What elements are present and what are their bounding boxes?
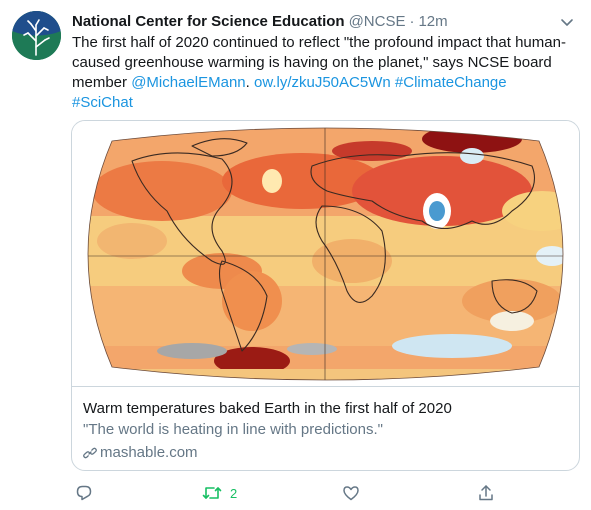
card-domain-text: mashable.com [100, 444, 198, 461]
link-icon [83, 447, 97, 459]
card-image[interactable] [72, 121, 579, 387]
url-link[interactable]: ow.ly/zkuJ50AC5Wn [254, 74, 391, 91]
ncse-logo [12, 11, 61, 60]
mention-link[interactable]: @MichaelEMann [131, 74, 245, 91]
card-domain: mashable.com [83, 443, 563, 463]
hashtag-climatechange[interactable]: #ClimateChange [395, 74, 507, 91]
avatar[interactable] [12, 11, 61, 60]
card-body: Warm temperatures baked Earth in the fir… [83, 399, 563, 463]
retweet-icon [202, 487, 222, 499]
retweet-button[interactable]: 2 [202, 482, 237, 504]
chevron-down-icon[interactable] [557, 12, 577, 32]
tweet-actions: 2 [72, 482, 512, 504]
reply-button[interactable] [75, 482, 93, 504]
tweet[interactable]: National Center for Science Education @N… [0, 0, 591, 510]
reply-icon [76, 485, 92, 501]
card-description: "The world is heating in line with predi… [83, 421, 383, 438]
retweet-count: 2 [230, 485, 238, 501]
timestamp[interactable]: 12m [418, 12, 447, 32]
author-handle[interactable]: @NCSE [349, 12, 406, 32]
author-name[interactable]: National Center for Science Education [72, 12, 345, 32]
separator: · [409, 13, 415, 30]
tweet-text: The first half of 2020 continued to refl… [72, 33, 572, 113]
link-card[interactable]: Warm temperatures baked Earth in the fir… [71, 120, 580, 471]
like-button[interactable] [342, 482, 360, 504]
card-title[interactable]: Warm temperatures baked Earth in the fir… [83, 399, 563, 419]
text-separator: . [245, 74, 254, 91]
tweet-header: National Center for Science Education @N… [72, 12, 448, 32]
share-icon [479, 485, 493, 501]
hashtag-scichat[interactable]: #SciChat [72, 94, 133, 111]
temperature-map-image [87, 127, 564, 381]
like-icon [343, 486, 359, 501]
share-button[interactable] [477, 482, 495, 504]
